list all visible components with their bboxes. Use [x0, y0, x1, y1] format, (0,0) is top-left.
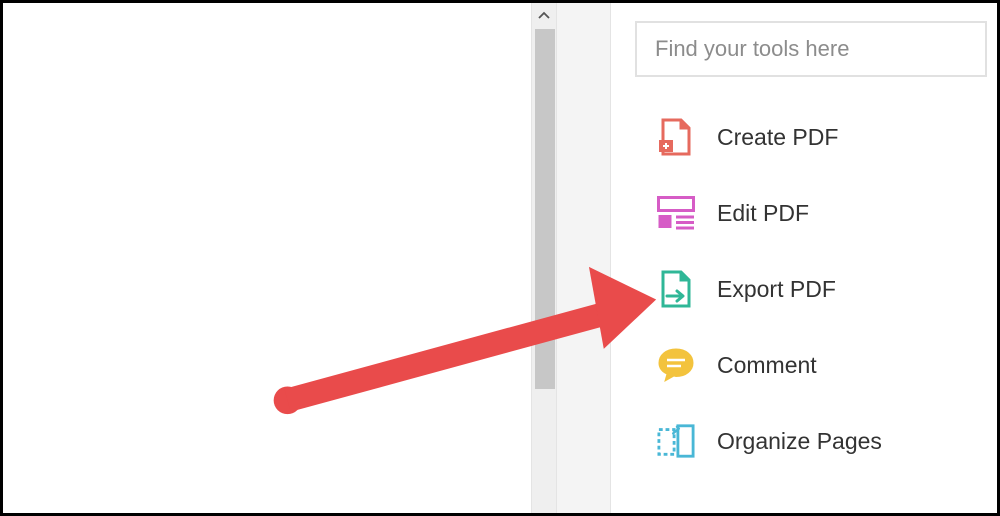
chevron-up-icon	[538, 10, 550, 22]
document-area	[3, 3, 531, 513]
tool-label: Edit PDF	[717, 200, 809, 227]
panel-gutter	[557, 3, 611, 513]
scrollbar-thumb[interactable]	[535, 29, 555, 389]
tool-comment[interactable]: Comment	[635, 327, 977, 403]
edit-pdf-icon	[657, 194, 695, 232]
tool-label: Organize Pages	[717, 428, 882, 455]
tools-search-input[interactable]	[655, 36, 967, 62]
tools-search[interactable]	[635, 21, 987, 77]
app-window: Create PDF Edit PDF	[0, 0, 1000, 516]
export-pdf-icon	[657, 270, 695, 308]
tool-edit-pdf[interactable]: Edit PDF	[635, 175, 977, 251]
tool-label: Comment	[717, 352, 817, 379]
tool-list: Create PDF Edit PDF	[635, 99, 977, 479]
tool-create-pdf[interactable]: Create PDF	[635, 99, 977, 175]
tool-export-pdf[interactable]: Export PDF	[635, 251, 977, 327]
tool-label: Export PDF	[717, 276, 836, 303]
tool-label: Create PDF	[717, 124, 838, 151]
organize-pages-icon	[657, 422, 695, 460]
tools-sidebar: Create PDF Edit PDF	[611, 3, 997, 513]
scroll-up-button[interactable]	[532, 3, 556, 29]
comment-icon	[657, 346, 695, 384]
tool-organize-pages[interactable]: Organize Pages	[635, 403, 977, 479]
vertical-scrollbar[interactable]	[531, 3, 557, 513]
create-pdf-icon	[657, 118, 695, 156]
